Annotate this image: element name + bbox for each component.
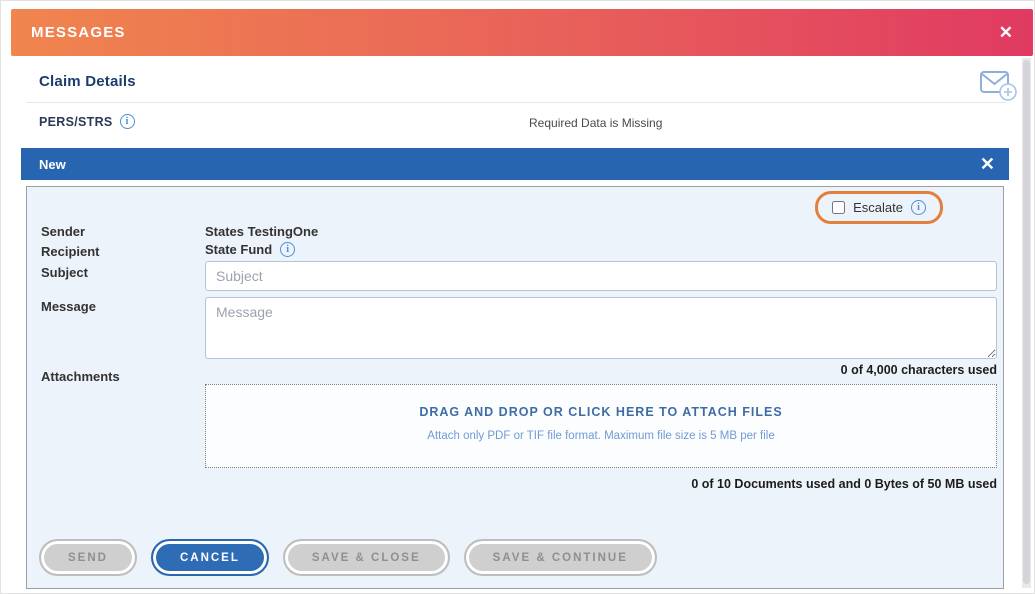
escalate-checkbox[interactable]: [832, 201, 845, 214]
compose-panel-title: New: [39, 157, 66, 172]
attachments-label: Attachments: [41, 369, 120, 384]
modal-header: MESSAGES ✕: [11, 9, 1033, 56]
cancel-button[interactable]: CANCEL: [151, 539, 269, 576]
modal-title: MESSAGES: [31, 24, 126, 41]
message-textarea[interactable]: [205, 297, 997, 359]
subject-input[interactable]: [205, 261, 997, 291]
sender-label: Sender: [41, 224, 85, 239]
messages-modal: MESSAGES ✕ Claim Details PERS/STRS i Req…: [0, 0, 1035, 594]
save-and-close-button[interactable]: SAVE & CLOSE: [283, 539, 450, 576]
compose-panel-header: New ✕: [21, 148, 1009, 180]
file-dropzone[interactable]: DRAG AND DROP OR CLICK HERE TO ATTACH FI…: [205, 384, 997, 468]
compose-panel: New ✕ Escalate i Sender States TestingOn…: [21, 148, 1009, 594]
sender-value: States TestingOne: [205, 224, 318, 239]
escalate-highlight-ring: Escalate i: [815, 191, 943, 224]
scrollbar[interactable]: [1022, 58, 1031, 588]
attachments-counter: 0 of 10 Documents used and 0 Bytes of 50…: [691, 477, 997, 491]
character-counter: 0 of 4,000 characters used: [841, 363, 997, 377]
button-row: SEND CANCEL SAVE & CLOSE SAVE & CONTINUE: [39, 539, 657, 576]
recipient-value-text: State Fund: [205, 242, 272, 257]
recipient-info-icon[interactable]: i: [280, 242, 295, 257]
recipient-value: State Fund i: [205, 242, 295, 257]
dropzone-title: DRAG AND DROP OR CLICK HERE TO ATTACH FI…: [206, 405, 996, 419]
message-label: Message: [41, 299, 96, 314]
send-button[interactable]: SEND: [39, 539, 137, 576]
scrollbar-thumb[interactable]: [1023, 60, 1030, 584]
dropzone-subtitle: Attach only PDF or TIF file format. Maxi…: [206, 430, 996, 442]
page-title: Claim Details: [39, 73, 136, 90]
subject-label: Subject: [41, 265, 88, 280]
status-label: PERS/STRS: [39, 115, 113, 129]
new-message-envelope-icon[interactable]: [978, 65, 1018, 105]
escalate-info-icon[interactable]: i: [911, 200, 926, 215]
info-icon[interactable]: i: [120, 114, 135, 129]
recipient-label: Recipient: [41, 244, 100, 259]
status-row: PERS/STRS i: [39, 114, 135, 129]
compose-close-icon[interactable]: ✕: [980, 155, 995, 173]
save-and-continue-button[interactable]: SAVE & CONTINUE: [464, 539, 657, 576]
divider: [26, 102, 1006, 103]
status-message: Required Data is Missing: [529, 116, 662, 130]
close-icon[interactable]: ✕: [999, 24, 1013, 41]
compose-form: Escalate i Sender States TestingOne Reci…: [26, 186, 1004, 589]
escalate-label: Escalate: [853, 200, 903, 215]
